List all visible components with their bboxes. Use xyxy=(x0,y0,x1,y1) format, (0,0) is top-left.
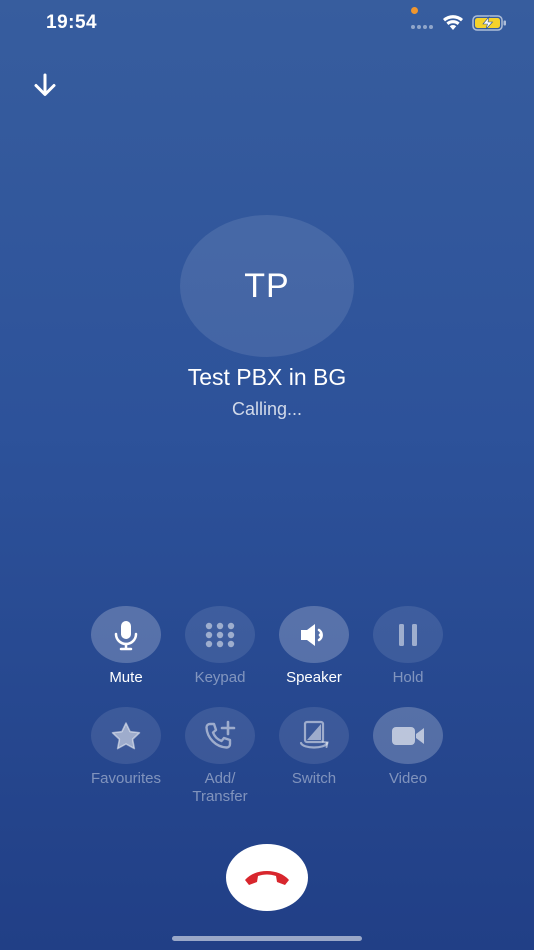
cellular-signal-icon xyxy=(411,25,433,29)
end-call-button[interactable] xyxy=(226,844,308,911)
keypad-icon xyxy=(205,622,235,647)
speaker-button[interactable] xyxy=(279,606,349,663)
add-transfer-label: Add/ Transfer xyxy=(192,770,248,805)
caller-avatar: TP xyxy=(180,215,354,357)
hold-control: Hold xyxy=(361,606,455,687)
switch-button[interactable] xyxy=(279,707,349,764)
video-control: Video xyxy=(361,707,455,788)
status-time: 19:54 xyxy=(46,12,98,33)
speaker-control: Speaker xyxy=(267,606,361,687)
hold-label: Hold xyxy=(392,669,424,686)
phone-add-icon xyxy=(205,720,236,749)
switch-control: Switch xyxy=(267,707,361,788)
keypad-button[interactable] xyxy=(185,606,255,663)
favourites-button[interactable] xyxy=(91,707,161,764)
hang-up-icon xyxy=(245,870,289,885)
call-status: Calling... xyxy=(231,399,303,419)
minimize-call-button[interactable] xyxy=(30,70,60,100)
video-button[interactable] xyxy=(373,707,443,764)
switch-device-icon xyxy=(299,720,329,749)
video-camera-icon xyxy=(392,726,424,745)
keypad-label: Keypad xyxy=(194,669,246,686)
mute-label: Mute xyxy=(109,669,143,686)
home-indicator[interactable] xyxy=(172,936,362,941)
arrow-down-icon xyxy=(34,73,56,96)
caller-name: Test PBX in BG xyxy=(187,364,347,390)
video-label: Video xyxy=(388,770,428,787)
hold-button[interactable] xyxy=(373,606,443,663)
mute-button[interactable] xyxy=(91,606,161,663)
speaker-icon xyxy=(301,623,323,646)
mute-control: Mute xyxy=(79,606,173,687)
favourites-control: Favourites xyxy=(79,707,173,788)
star-icon xyxy=(111,721,141,749)
add-transfer-button[interactable] xyxy=(185,707,255,764)
keypad-control: Keypad xyxy=(173,606,267,687)
pause-icon xyxy=(399,623,417,646)
speaker-label: Speaker xyxy=(286,669,342,686)
microphone-icon xyxy=(114,620,138,650)
status-bar: 19:54 xyxy=(0,0,534,48)
caller-initials: TP xyxy=(244,266,290,305)
battery-charging-icon xyxy=(472,15,506,31)
switch-label: Switch xyxy=(291,770,337,787)
wifi-icon xyxy=(443,15,463,30)
add-transfer-control: Add/ Transfer xyxy=(173,707,267,806)
favourites-label: Favourites xyxy=(90,770,162,787)
privacy-indicator-dot xyxy=(411,7,418,14)
